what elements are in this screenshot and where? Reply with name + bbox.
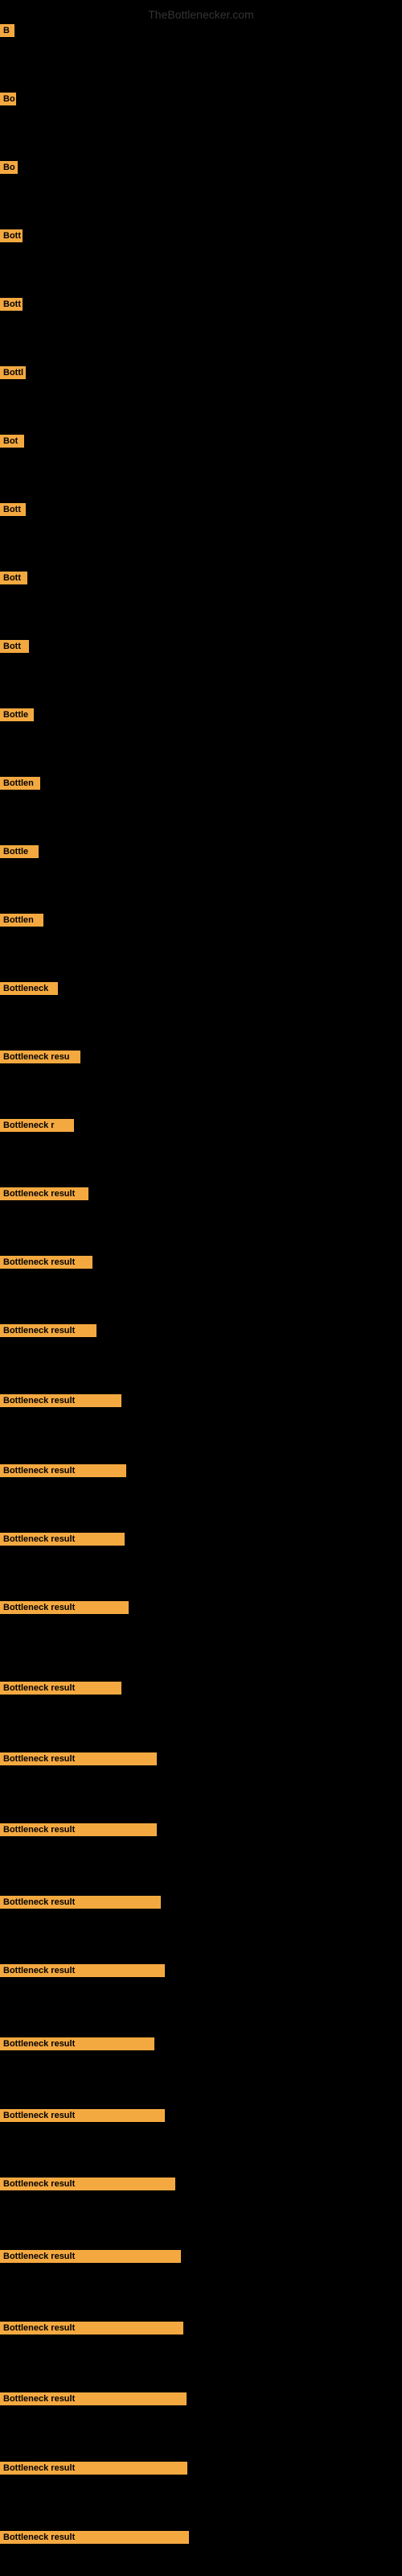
bar-label: Bottle bbox=[0, 708, 34, 721]
bar-item: Bo bbox=[0, 161, 18, 178]
bar-item: Bottleneck result bbox=[0, 1187, 88, 1204]
bar-item: B bbox=[0, 24, 14, 41]
bar-item: Bottleneck resu bbox=[0, 1051, 80, 1067]
bar-label: Bottleneck result bbox=[0, 2392, 187, 2405]
bar-item: Bottleneck result bbox=[0, 1464, 126, 1481]
bar-label: Bottleneck result bbox=[0, 2109, 165, 2122]
bar-item: Bottleneck result bbox=[0, 2531, 189, 2548]
bar-label: Bottl bbox=[0, 366, 26, 379]
bar-label: B bbox=[0, 24, 14, 37]
bar-item: Bottle bbox=[0, 708, 34, 725]
bar-label: Bottleneck resu bbox=[0, 1051, 80, 1063]
bar-label: Bottleneck result bbox=[0, 1682, 121, 1695]
bar-label: Bo bbox=[0, 93, 16, 105]
bar-item: Bottlen bbox=[0, 777, 40, 794]
bar-label: Bottleneck result bbox=[0, 2531, 189, 2544]
bar-item: Bot bbox=[0, 435, 24, 452]
bar-label: Bottleneck result bbox=[0, 2322, 183, 2334]
bar-item: Bottleneck result bbox=[0, 1964, 165, 1981]
bar-label: Bottlen bbox=[0, 914, 43, 927]
bar-item: Bottleneck result bbox=[0, 1394, 121, 1411]
bar-item: Bottleneck result bbox=[0, 2322, 183, 2339]
bar-item: Bottleneck result bbox=[0, 1682, 121, 1699]
bar-item: Bottleneck result bbox=[0, 1324, 96, 1341]
bar-item: Bottleneck result bbox=[0, 1601, 129, 1618]
bar-item: Bott bbox=[0, 503, 26, 520]
bar-item: Bottlen bbox=[0, 914, 43, 931]
bar-item: Bottleneck result bbox=[0, 2250, 181, 2267]
bar-item: Bottleneck result bbox=[0, 2037, 154, 2054]
bar-label: Bott bbox=[0, 640, 29, 653]
bar-label: Bott bbox=[0, 229, 23, 242]
bar-item: Bottl bbox=[0, 366, 26, 383]
bar-label: Bottleneck result bbox=[0, 1187, 88, 1200]
bar-label: Bottleneck result bbox=[0, 2250, 181, 2263]
bar-label: Bottleneck result bbox=[0, 1823, 157, 1836]
bar-label: Bott bbox=[0, 298, 23, 311]
bar-item: Bottleneck r bbox=[0, 1119, 74, 1136]
bar-label: Bott bbox=[0, 572, 27, 584]
bar-item: Bo bbox=[0, 93, 16, 109]
bar-item: Bott bbox=[0, 572, 27, 588]
bar-item: Bottleneck result bbox=[0, 1256, 92, 1273]
site-title: TheBottlenecker.com bbox=[145, 6, 257, 23]
bar-label: Bottleneck r bbox=[0, 1119, 74, 1132]
bar-item: Bottleneck result bbox=[0, 1752, 157, 1769]
bar-label: Bo bbox=[0, 161, 18, 174]
bar-label: Bottleneck result bbox=[0, 1256, 92, 1269]
bar-item: Bott bbox=[0, 640, 29, 657]
bar-item: Bottleneck result bbox=[0, 1896, 161, 1913]
bar-item: Bottleneck bbox=[0, 982, 58, 999]
bar-label: Bottleneck result bbox=[0, 2178, 175, 2190]
bar-label: Bottleneck result bbox=[0, 2037, 154, 2050]
bar-label: Bottleneck result bbox=[0, 1752, 157, 1765]
bar-item: Bottleneck result bbox=[0, 2462, 187, 2479]
bar-item: Bottle bbox=[0, 845, 39, 862]
bar-item: Bottleneck result bbox=[0, 1823, 157, 1840]
bar-item: Bottleneck result bbox=[0, 1533, 125, 1550]
bar-label: Bottleneck result bbox=[0, 1464, 126, 1477]
bar-label: Bottleneck result bbox=[0, 1533, 125, 1546]
bar-label: Bottleneck bbox=[0, 982, 58, 995]
bar-label: Bottlen bbox=[0, 777, 40, 790]
bar-item: Bott bbox=[0, 298, 23, 315]
bar-label: Bottleneck result bbox=[0, 1601, 129, 1614]
bar-label: Bott bbox=[0, 503, 26, 516]
bar-label: Bottleneck result bbox=[0, 2462, 187, 2475]
bar-item: Bottleneck result bbox=[0, 2178, 175, 2194]
bar-label: Bottleneck result bbox=[0, 1896, 161, 1909]
bar-item: Bottleneck result bbox=[0, 2392, 187, 2409]
bar-label: Bot bbox=[0, 435, 24, 448]
bar-item: Bott bbox=[0, 229, 23, 246]
bar-label: Bottleneck result bbox=[0, 1324, 96, 1337]
bar-label: Bottle bbox=[0, 845, 39, 858]
bar-item: Bottleneck result bbox=[0, 2109, 165, 2126]
bar-label: Bottleneck result bbox=[0, 1964, 165, 1977]
bar-label: Bottleneck result bbox=[0, 1394, 121, 1407]
